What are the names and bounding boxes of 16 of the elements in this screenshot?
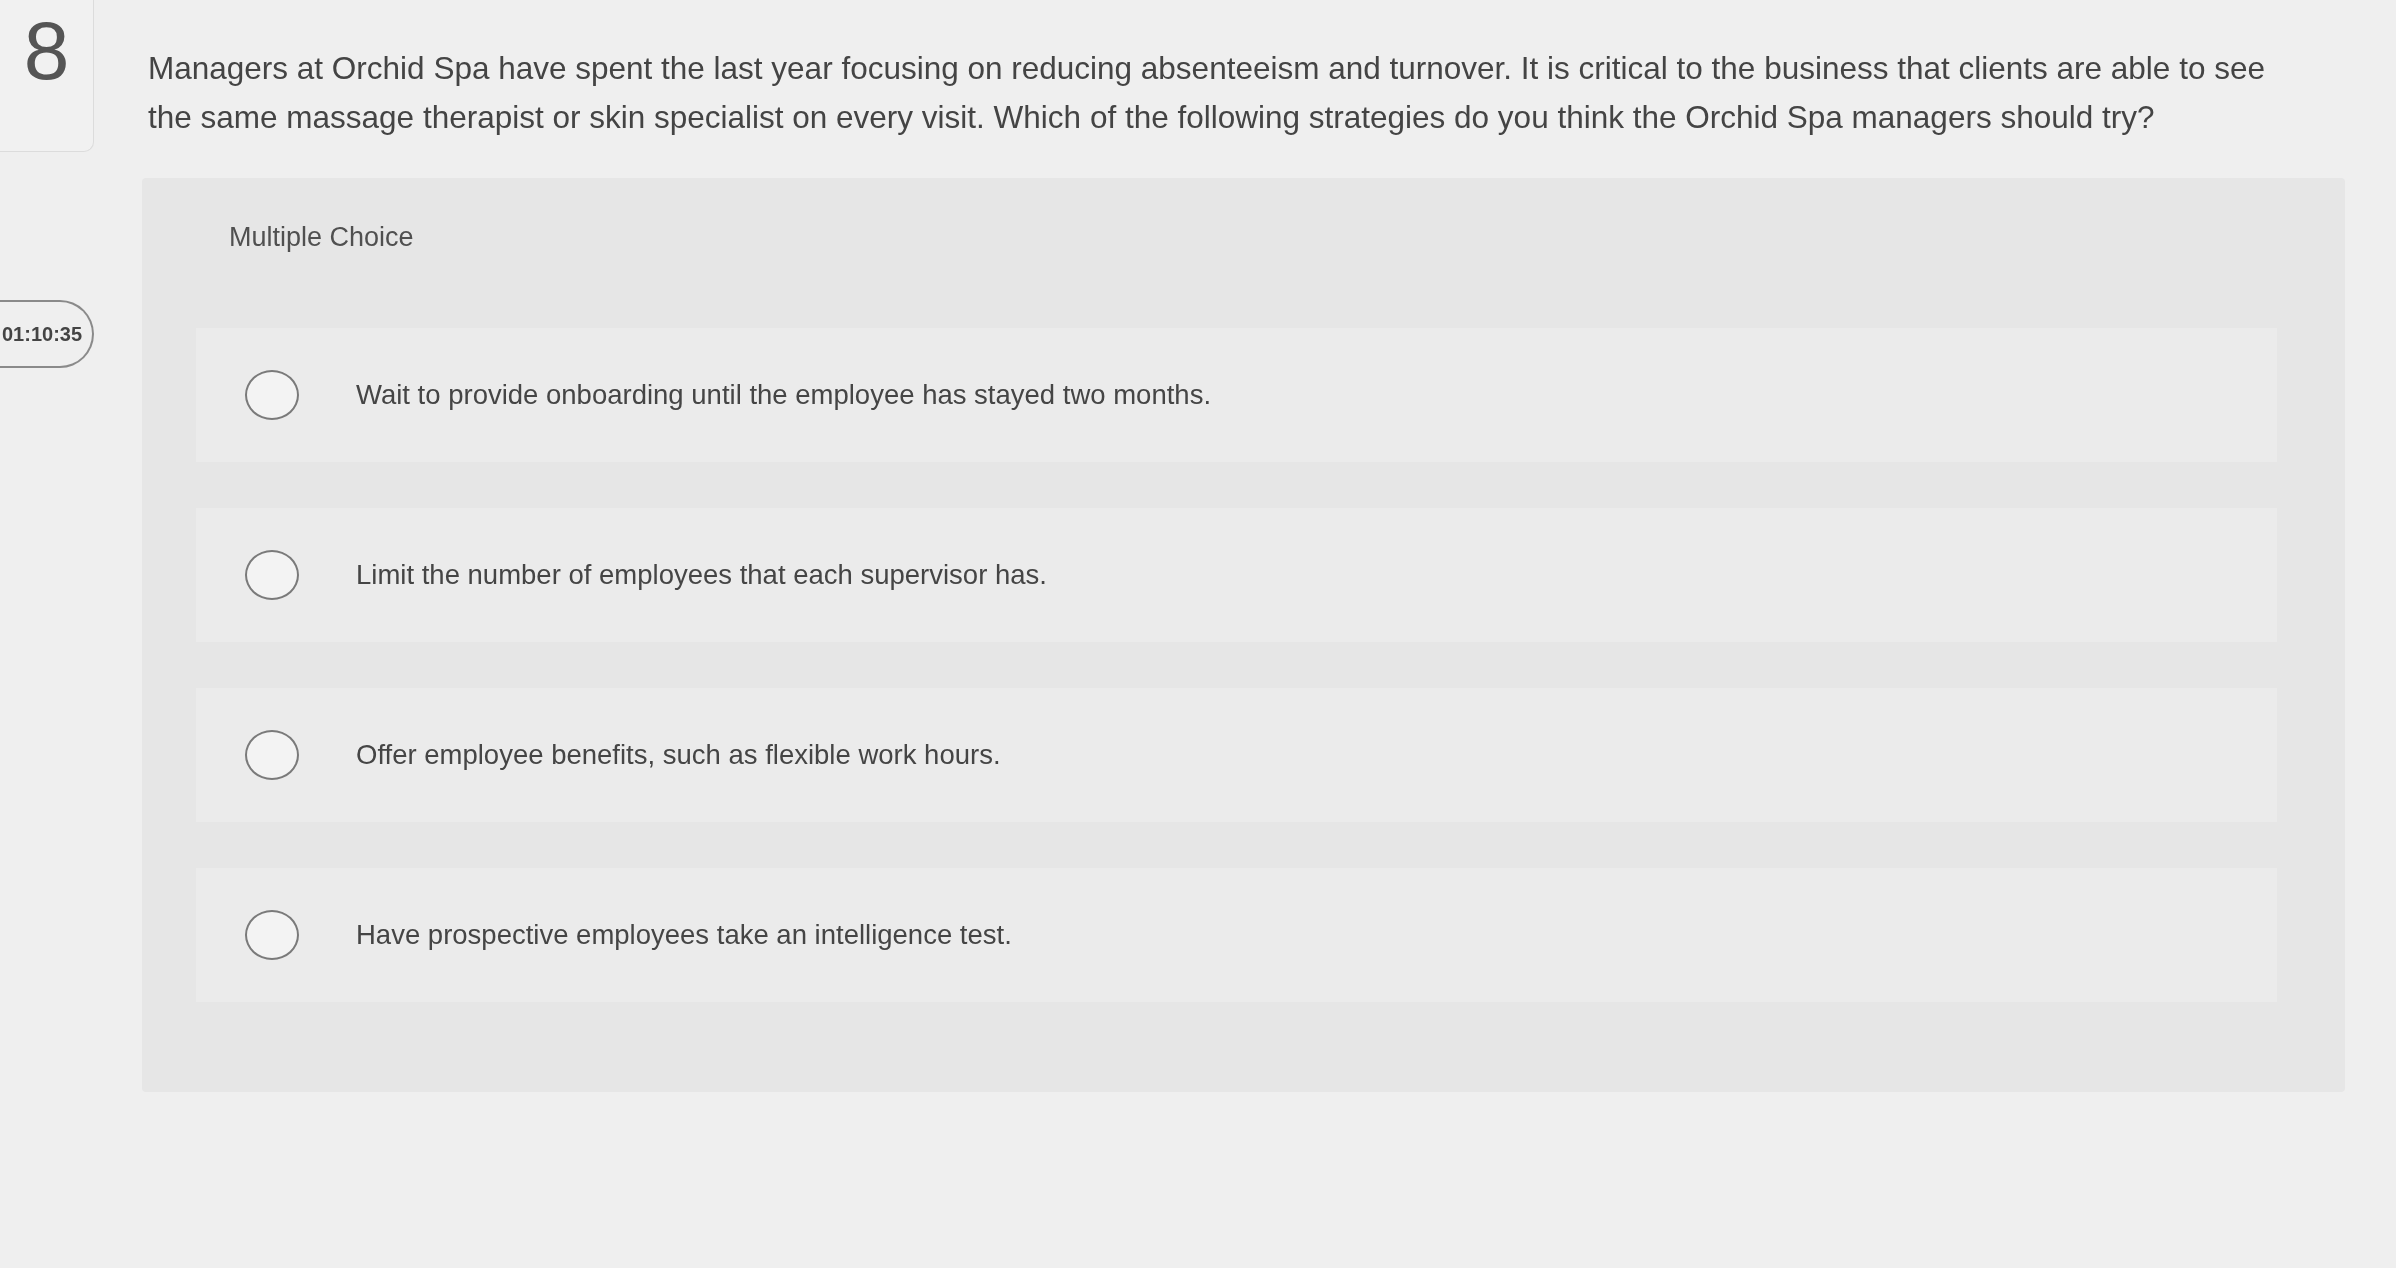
radio-button[interactable]	[245, 730, 299, 780]
option-text: Wait to provide onboarding until the employee has stayed two months.	[356, 379, 1212, 411]
question-text: Managers at Orchid Spa have spent the last year focusing on reducing absenteeism and turnover. It is critical to the business that clients are able to see the same massage therapist or skin specialist on every visit. Which of the following strategies do you think the Orchid Spa managers should try?	[148, 49, 2266, 137]
answer-option[interactable]: Limit the number of employees that each supervisor has.	[196, 508, 2277, 642]
answer-option[interactable]: Wait to provide onboarding until the employee has stayed two months.	[196, 328, 2277, 462]
radio-button[interactable]	[245, 370, 299, 420]
answer-option[interactable]: Have prospective employees take an intelligence test.	[196, 868, 2277, 1002]
answer-option[interactable]: Offer employee benefits, such as flexible work hours.	[196, 688, 2277, 822]
option-text: Limit the number of employees that each supervisor has.	[356, 559, 1047, 591]
radio-button[interactable]	[245, 550, 299, 600]
question-type-label: Multiple Choice	[229, 222, 414, 252]
option-text: Have prospective employees take an intelligence test.	[356, 919, 1012, 951]
timer: 01:10:35	[0, 300, 94, 368]
option-text: Offer employee benefits, such as flexible work hours.	[356, 739, 1001, 771]
question-number: 8	[23, 10, 70, 92]
radio-button[interactable]	[245, 910, 299, 960]
